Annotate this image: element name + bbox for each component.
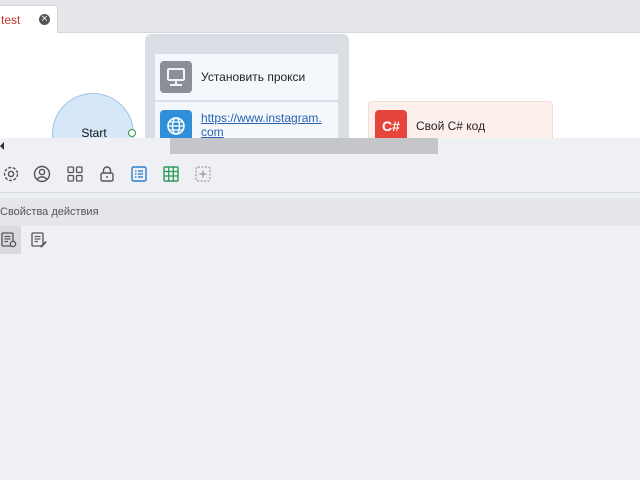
doc-edit-icon[interactable] — [27, 226, 51, 254]
set-proxy-block[interactable]: Установить прокси — [155, 54, 338, 101]
tab-strip: test × — [0, 0, 640, 33]
monitor-icon — [160, 61, 192, 93]
properties-tabs — [0, 226, 640, 254]
navigate-url-block[interactable]: https://www.instagram.com — [155, 102, 338, 138]
start-node[interactable]: Start — [52, 93, 134, 138]
navigate-url-link[interactable]: https://www.instagram.com — [201, 111, 326, 138]
table-icon[interactable] — [161, 164, 181, 184]
doc-gear-icon[interactable] — [0, 226, 21, 254]
tab-label: test — [1, 13, 21, 27]
csharp-code-label: Свой C# код — [416, 119, 486, 133]
csharp-icon: C# — [375, 110, 407, 138]
start-node-label: Start — [81, 126, 107, 138]
csharp-code-block[interactable]: C# Свой C# код — [368, 101, 553, 138]
scroll-left-arrow-icon[interactable] — [0, 142, 4, 150]
tab-test[interactable]: test × — [0, 5, 58, 33]
close-circle-icon[interactable]: × — [39, 14, 50, 25]
user-circle-icon[interactable] — [32, 164, 52, 184]
gear-icon[interactable] — [1, 164, 21, 184]
properties-body — [0, 254, 640, 480]
canvas-horizontal-scrollbar[interactable] — [0, 138, 640, 155]
scrollbar-thumb[interactable] — [170, 138, 438, 154]
grid-icon[interactable] — [65, 164, 85, 184]
lock-icon[interactable] — [97, 164, 117, 184]
globe-icon — [160, 110, 192, 138]
start-node-output-port[interactable] — [128, 129, 136, 137]
workflow-canvas[interactable]: Start Установить прокси https://www.inst… — [0, 33, 640, 138]
list-icon[interactable] — [129, 164, 149, 184]
bottom-toolbar — [0, 155, 640, 193]
action-group[interactable]: Установить прокси https://www.instagram.… — [145, 34, 349, 138]
add-dashed-icon[interactable] — [193, 164, 213, 184]
set-proxy-label: Установить прокси — [201, 70, 306, 84]
properties-header: Свойства действия — [0, 198, 640, 226]
properties-title: Свойства действия — [0, 206, 99, 218]
